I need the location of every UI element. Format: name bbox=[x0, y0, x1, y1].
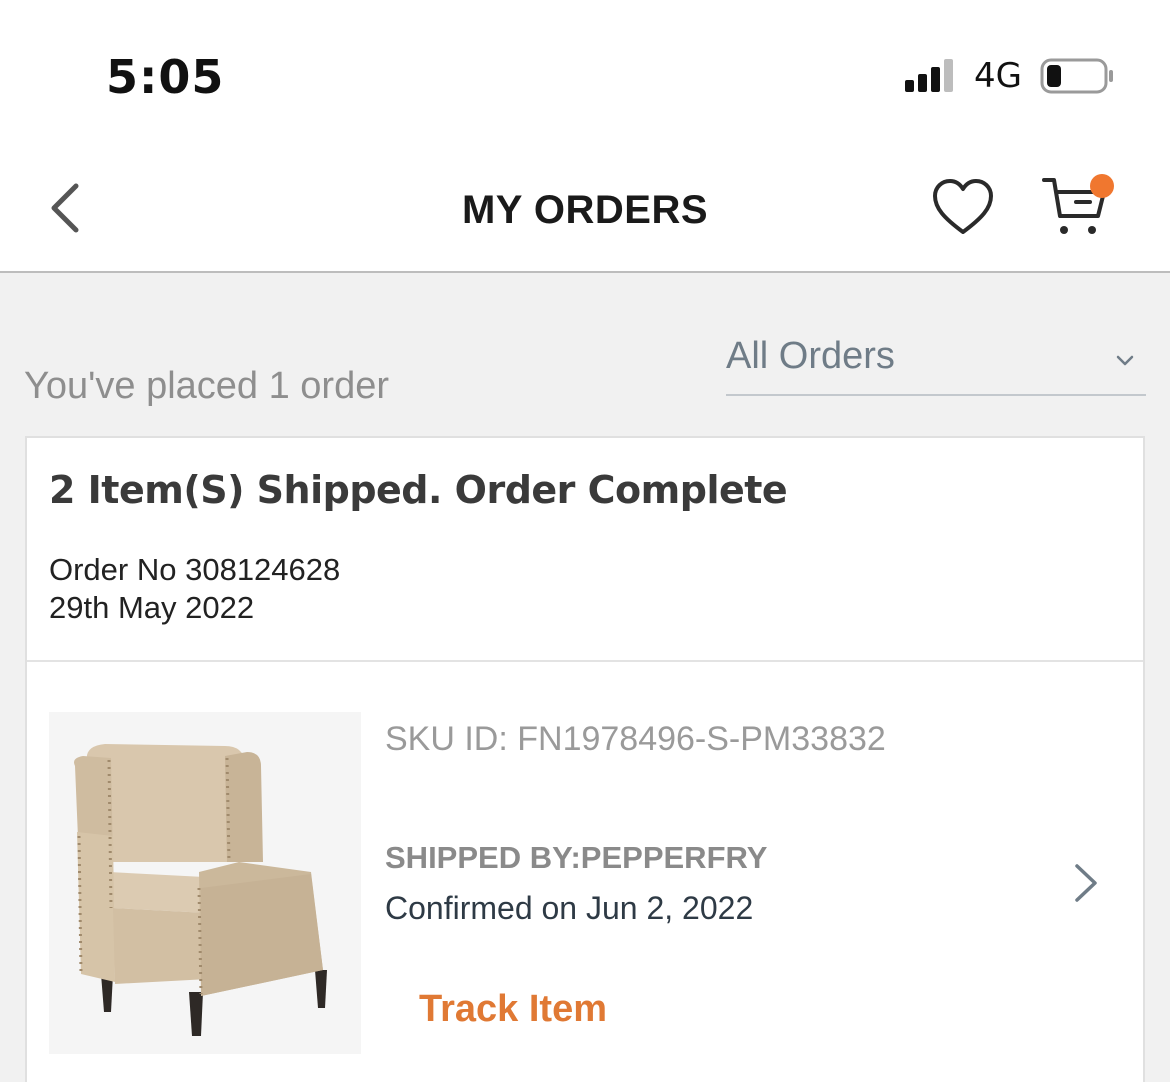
heart-icon[interactable] bbox=[930, 176, 996, 238]
order-status-title: 2 Item(S) Shipped. Order Complete bbox=[49, 468, 788, 512]
order-card: 2 Item(S) Shipped. Order Complete Order … bbox=[25, 436, 1145, 1082]
order-date: 29th May 2022 bbox=[49, 590, 255, 625]
card-divider bbox=[27, 660, 1143, 662]
network-label: 4G bbox=[974, 56, 1022, 96]
status-time: 5:05 bbox=[106, 50, 225, 104]
shipped-by: SHIPPED BY:PEPPERFRY bbox=[385, 840, 768, 875]
order-filter-dropdown[interactable]: All Orders bbox=[726, 330, 1146, 396]
battery-icon bbox=[1040, 58, 1113, 94]
chevron-down-icon bbox=[1116, 355, 1134, 366]
filter-selected-value: All Orders bbox=[726, 335, 895, 377]
confirmed-date: Confirmed on Jun 2, 2022 bbox=[385, 890, 754, 926]
armchair-product-image[interactable] bbox=[49, 712, 361, 1054]
status-bar: 5:05 4G bbox=[0, 0, 1170, 150]
sku-id: SKU ID: FN1978496-S-PM33832 bbox=[385, 720, 886, 758]
orders-count-text: You've placed 1 order bbox=[24, 365, 390, 407]
signal-icon bbox=[905, 59, 953, 92]
track-item-link[interactable]: Track Item bbox=[419, 988, 607, 1031]
app-header: MY ORDERS bbox=[0, 150, 1170, 273]
cart-badge bbox=[1090, 174, 1114, 198]
order-number: Order No 308124628 bbox=[49, 552, 341, 587]
chevron-right-icon[interactable] bbox=[1071, 860, 1101, 906]
